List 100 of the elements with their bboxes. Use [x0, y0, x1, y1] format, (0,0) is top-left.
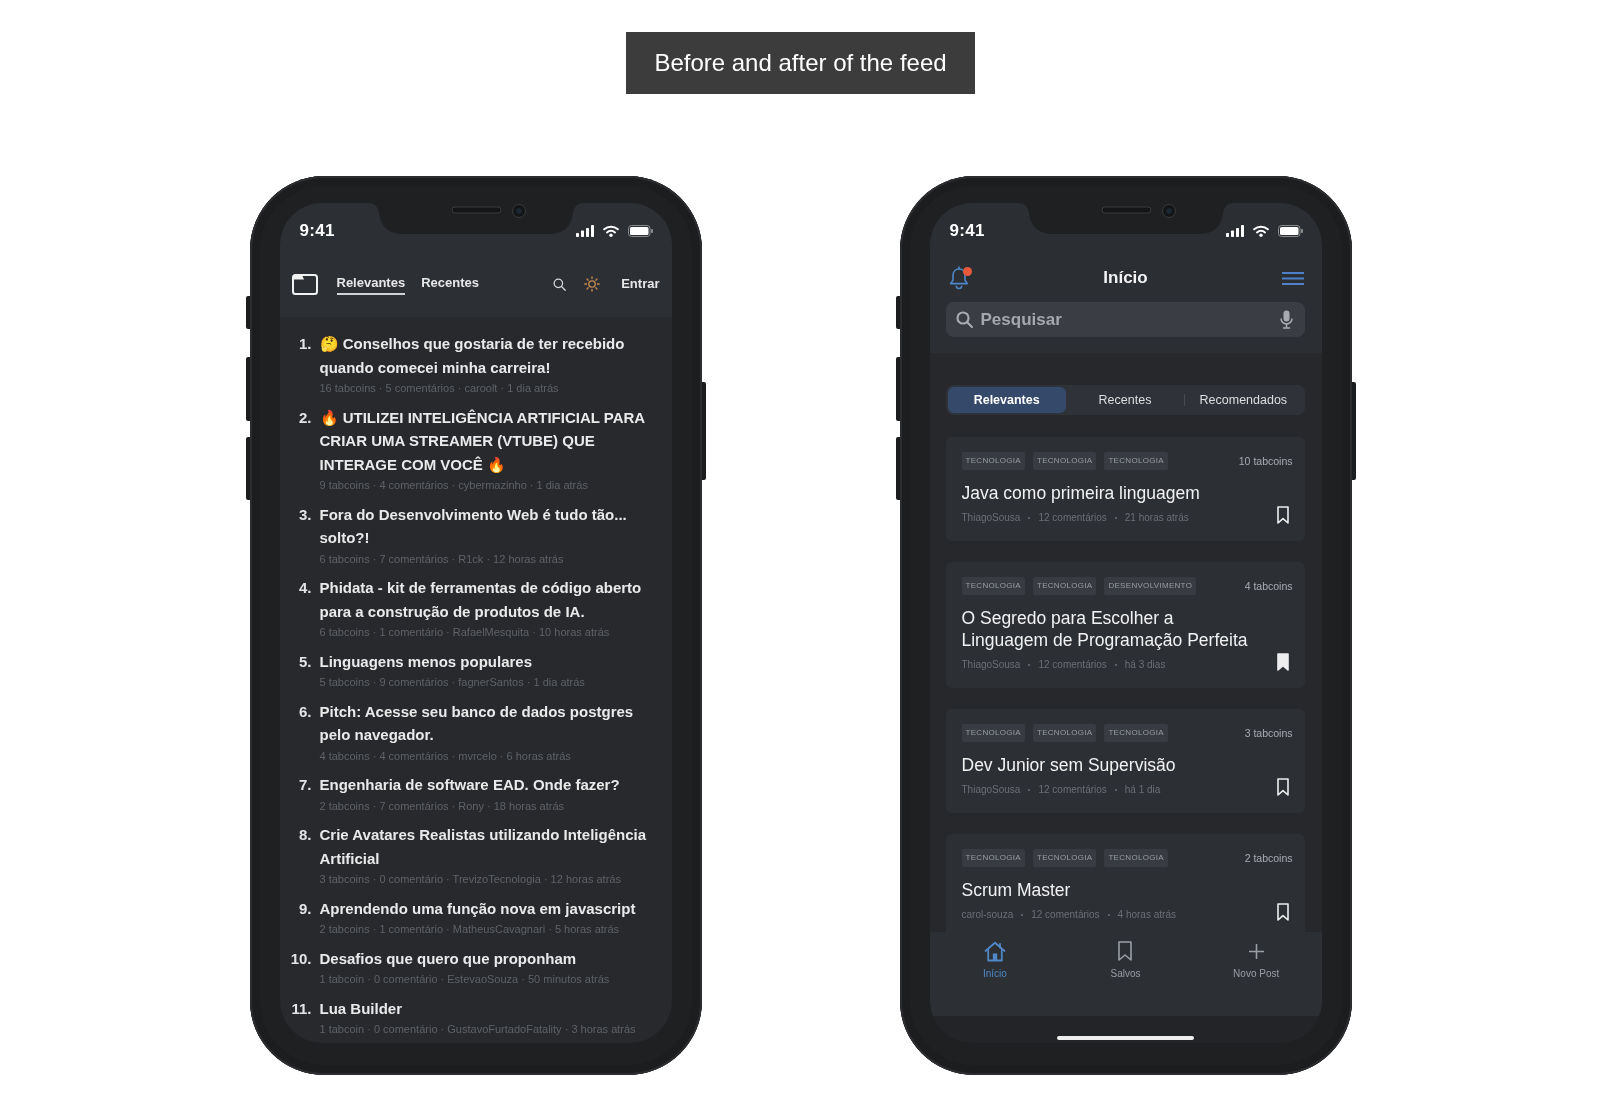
search-icon[interactable] [553, 277, 567, 291]
post-number: 6. [298, 701, 312, 722]
microphone-icon[interactable] [1279, 310, 1293, 329]
tabcoins-count: 10 tabcoins [1238, 454, 1293, 468]
menu-icon[interactable] [1281, 271, 1304, 285]
search-icon[interactable] [955, 311, 973, 328]
author-name: carol-souza [961, 908, 1014, 922]
topic-tag[interactable]: TECNOLOGIA [961, 849, 1025, 867]
search-field[interactable]: Pesquisar [945, 302, 1305, 337]
segment-tab[interactable]: Recentes [1065, 387, 1185, 413]
post-title[interactable]: Engenharia de software EAD. Onde fazer? [319, 773, 620, 797]
sun-icon[interactable] [584, 276, 601, 292]
bookmark-icon[interactable] [1276, 506, 1289, 524]
battery-icon [1277, 225, 1303, 237]
side-button[interactable] [895, 296, 900, 329]
post-time: há 1 dia [1124, 783, 1161, 797]
post-card[interactable]: TECNOLOGIA TECNOLOGIA TECNOLOGIA 2 tabcoins Scrum Master carol-souza 12 comentários 4 horas atrás [945, 834, 1305, 932]
post-time: 21 horas atrás [1124, 511, 1189, 525]
post-title[interactable]: Desafios que quero que proponham [319, 946, 577, 970]
author-name: ThiagoSousa [961, 511, 1021, 525]
tab-bar-button[interactable]: Salvos [1106, 932, 1145, 980]
post-time: há 3 dias [1124, 658, 1166, 672]
topic-tag[interactable]: TECNOLOGIA [961, 724, 1025, 742]
bell-icon[interactable] [947, 266, 970, 290]
post-title[interactable]: Pitch: Acesse seu banco de dados postgres pelo navegador. [319, 699, 654, 747]
topic-tag[interactable]: TECNOLOGIA [961, 452, 1025, 470]
post-number: 7. [298, 775, 312, 795]
post-card[interactable]: TECNOLOGIA TECNOLOGIA DESENVOLVIMENTO 4 tabcoins O Segredo para Escolher a Linguagem de Programação Perfeita ThiagoSousa 12 comentários há 3 dias [945, 562, 1305, 688]
post-title: Scrum Master [961, 879, 1071, 901]
post-title: Java como primeira linguagem [961, 482, 1200, 504]
post-number: 5. [298, 651, 312, 672]
home-icon [983, 940, 1006, 962]
topic-tag[interactable]: TECNOLOGIA [1104, 724, 1168, 742]
status-time: 9:41 [949, 220, 985, 242]
post-number: 4. [298, 578, 312, 598]
bookmark-icon[interactable] [1276, 653, 1289, 671]
tab-bar-button[interactable]: Novo Post [1229, 932, 1284, 980]
side-button[interactable] [245, 357, 250, 421]
topic-tag[interactable]: TECNOLOGIA [1032, 452, 1097, 470]
post-number: 2. [298, 407, 312, 428]
wifi-icon [1252, 225, 1269, 237]
battery-icon [627, 225, 653, 237]
post-title[interactable]: Crie Avatares Realistas utilizando Inteligência Artificial [319, 823, 654, 870]
topic-tag[interactable]: DESENVOLVIMENTO [1104, 577, 1197, 595]
post-number: 9. [298, 898, 312, 919]
topic-tag[interactable]: TECNOLOGIA [1032, 577, 1097, 595]
tabcoins-count: 4 tabcoins [1244, 579, 1293, 593]
post-number: 8. [298, 825, 312, 845]
post-card[interactable]: TECNOLOGIA TECNOLOGIA TECNOLOGIA 10 tabcoins Java como primeira linguagem ThiagoSousa 12 comentários 21 horas atrás [945, 437, 1305, 541]
author-name: ThiagoSousa [961, 658, 1021, 672]
comment-count: 12 comentários [1031, 908, 1100, 922]
post-number: 10. [289, 948, 312, 969]
post-title[interactable]: Aprendendo uma função nova em javascript [319, 896, 636, 920]
bookmark-icon [1118, 941, 1133, 961]
tabcoins-count: 2 tabcoins [1244, 851, 1293, 865]
post-number: 3. [298, 504, 312, 525]
post-title: O Segredo para Escolher a Linguagem de Programação Perfeita [961, 607, 1249, 651]
post-title[interactable]: Linguagens menos populares [319, 649, 533, 673]
bookmark-icon[interactable] [1276, 903, 1289, 921]
side-button[interactable] [245, 437, 250, 500]
tabcoins-count: 3 tabcoins [1244, 726, 1293, 740]
author-name: ThiagoSousa [961, 783, 1021, 797]
login-link[interactable]: Entrar [621, 276, 660, 292]
post-title[interactable]: 🔥 UTILIZEI INTELIGÊNCIA ARTIFICIAL PARA CRIAR UMA STREAMER (VTUBE) QUE INTERAGE COM VOCÊ 🔥 [319, 405, 654, 476]
caption-title: Before and after of the feed [626, 32, 975, 94]
post-meta: 3 tabcoins · 0 comentário · TrevizoTecnologia · 12 horas atrás [319, 872, 621, 887]
folder-icon[interactable] [291, 273, 318, 295]
topic-tag[interactable]: TECNOLOGIA [961, 577, 1025, 595]
segment-tab[interactable]: Relevantes [947, 387, 1066, 413]
nav-tab[interactable]: Relevantes [336, 273, 406, 295]
status-time: 9:41 [299, 220, 335, 242]
wifi-icon [602, 225, 619, 237]
post-card[interactable]: TECNOLOGIA TECNOLOGIA TECNOLOGIA 3 tabcoins Dev Junior sem Supervisão ThiagoSousa 12 comentários há 1 dia [945, 709, 1305, 813]
post-title[interactable]: Phidata - kit de ferramentas de código aberto para a construção de produtos de IA. [319, 576, 654, 623]
side-button[interactable] [895, 437, 900, 500]
post-meta: 9 tabcoins · 4 comentários · cybermazinho · 1 dia atrás [319, 478, 588, 493]
topic-tag[interactable]: TECNOLOGIA [1032, 849, 1097, 867]
signal-icon [1225, 225, 1244, 237]
topic-tag[interactable]: TECNOLOGIA [1032, 724, 1097, 742]
nav-tab[interactable]: Recentes [421, 273, 479, 295]
post-number: 1. [298, 334, 312, 354]
tab-bar-button[interactable]: Início [978, 932, 1011, 980]
post-title[interactable]: Lua Builder [319, 996, 402, 1020]
post-title[interactable]: Fora do Desenvolvimento Web é tudo tão... solto?! [319, 502, 654, 550]
side-button[interactable] [895, 357, 900, 421]
post-title[interactable]: 🤔 Conselhos que gostaria de ter recebido quando comecei minha carreira! [319, 332, 654, 379]
post-number: 11. [290, 998, 312, 1019]
signal-icon [575, 225, 594, 237]
segment-tab[interactable]: Recomendados [1184, 387, 1303, 413]
post-time: 4 horas atrás [1117, 908, 1176, 922]
side-button[interactable] [245, 296, 250, 329]
topic-tag[interactable]: TECNOLOGIA [1104, 452, 1168, 470]
bookmark-icon[interactable] [1276, 778, 1289, 796]
comment-count: 12 comentários [1038, 658, 1107, 672]
comment-count: 12 comentários [1038, 783, 1107, 797]
header-title: Início [1103, 267, 1148, 289]
topic-tag[interactable]: TECNOLOGIA [1104, 849, 1168, 867]
post-title: Dev Junior sem Supervisão [961, 754, 1176, 776]
plus-icon [1248, 943, 1264, 959]
comment-count: 12 comentários [1038, 511, 1107, 525]
